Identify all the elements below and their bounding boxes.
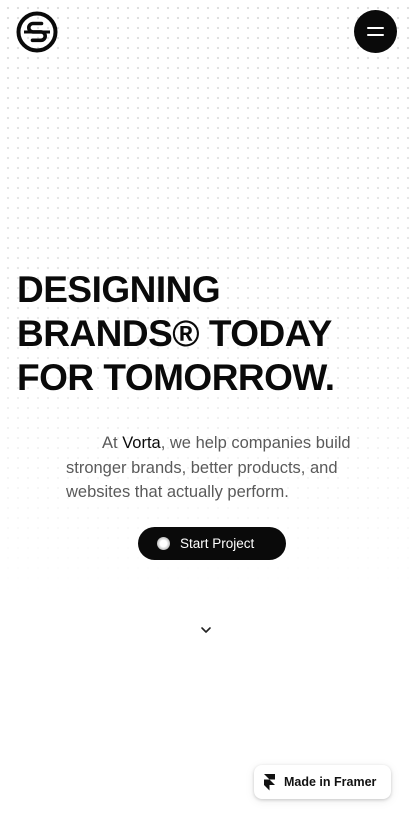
start-project-button[interactable]: Start Project	[138, 527, 286, 560]
glow-dot-icon	[157, 537, 170, 550]
logo-mark	[16, 11, 58, 53]
hero-intro-text: At Vorta, we help companies build strong…	[66, 431, 401, 505]
brand-name: Vorta	[122, 434, 161, 452]
menu-button[interactable]	[354, 10, 397, 53]
headline-line-3: FOR TOMORROW.	[17, 357, 335, 398]
made-in-framer-badge[interactable]: Made in Framer	[254, 765, 391, 799]
made-in-framer-label: Made in Framer	[284, 775, 377, 789]
landing-page: DESIGNING BRANDS® TODAY FOR TOMORROW. At…	[0, 0, 412, 821]
hamburger-menu-icon-bar	[367, 34, 384, 36]
intro-prefix: At	[102, 434, 123, 452]
headline-line-2: BRANDS® TODAY	[17, 313, 332, 354]
intro-line-3: websites that actually perform.	[66, 483, 289, 501]
chevron-down-icon[interactable]	[199, 622, 213, 633]
headline-line-1: DESIGNING	[17, 269, 221, 310]
start-project-label: Start Project	[180, 536, 255, 551]
vorta-logo-icon[interactable]	[16, 11, 58, 53]
framer-icon	[264, 774, 275, 791]
intro-line-1-rest: , we help companies build	[160, 434, 351, 452]
intro-line-2: stronger brands, better products, and	[66, 458, 338, 477]
intro-line-1: At Vorta, we help companies build	[66, 431, 401, 456]
hero-headline: DESIGNING BRANDS® TODAY FOR TOMORROW.	[17, 268, 335, 400]
hamburger-menu-icon	[367, 27, 384, 29]
